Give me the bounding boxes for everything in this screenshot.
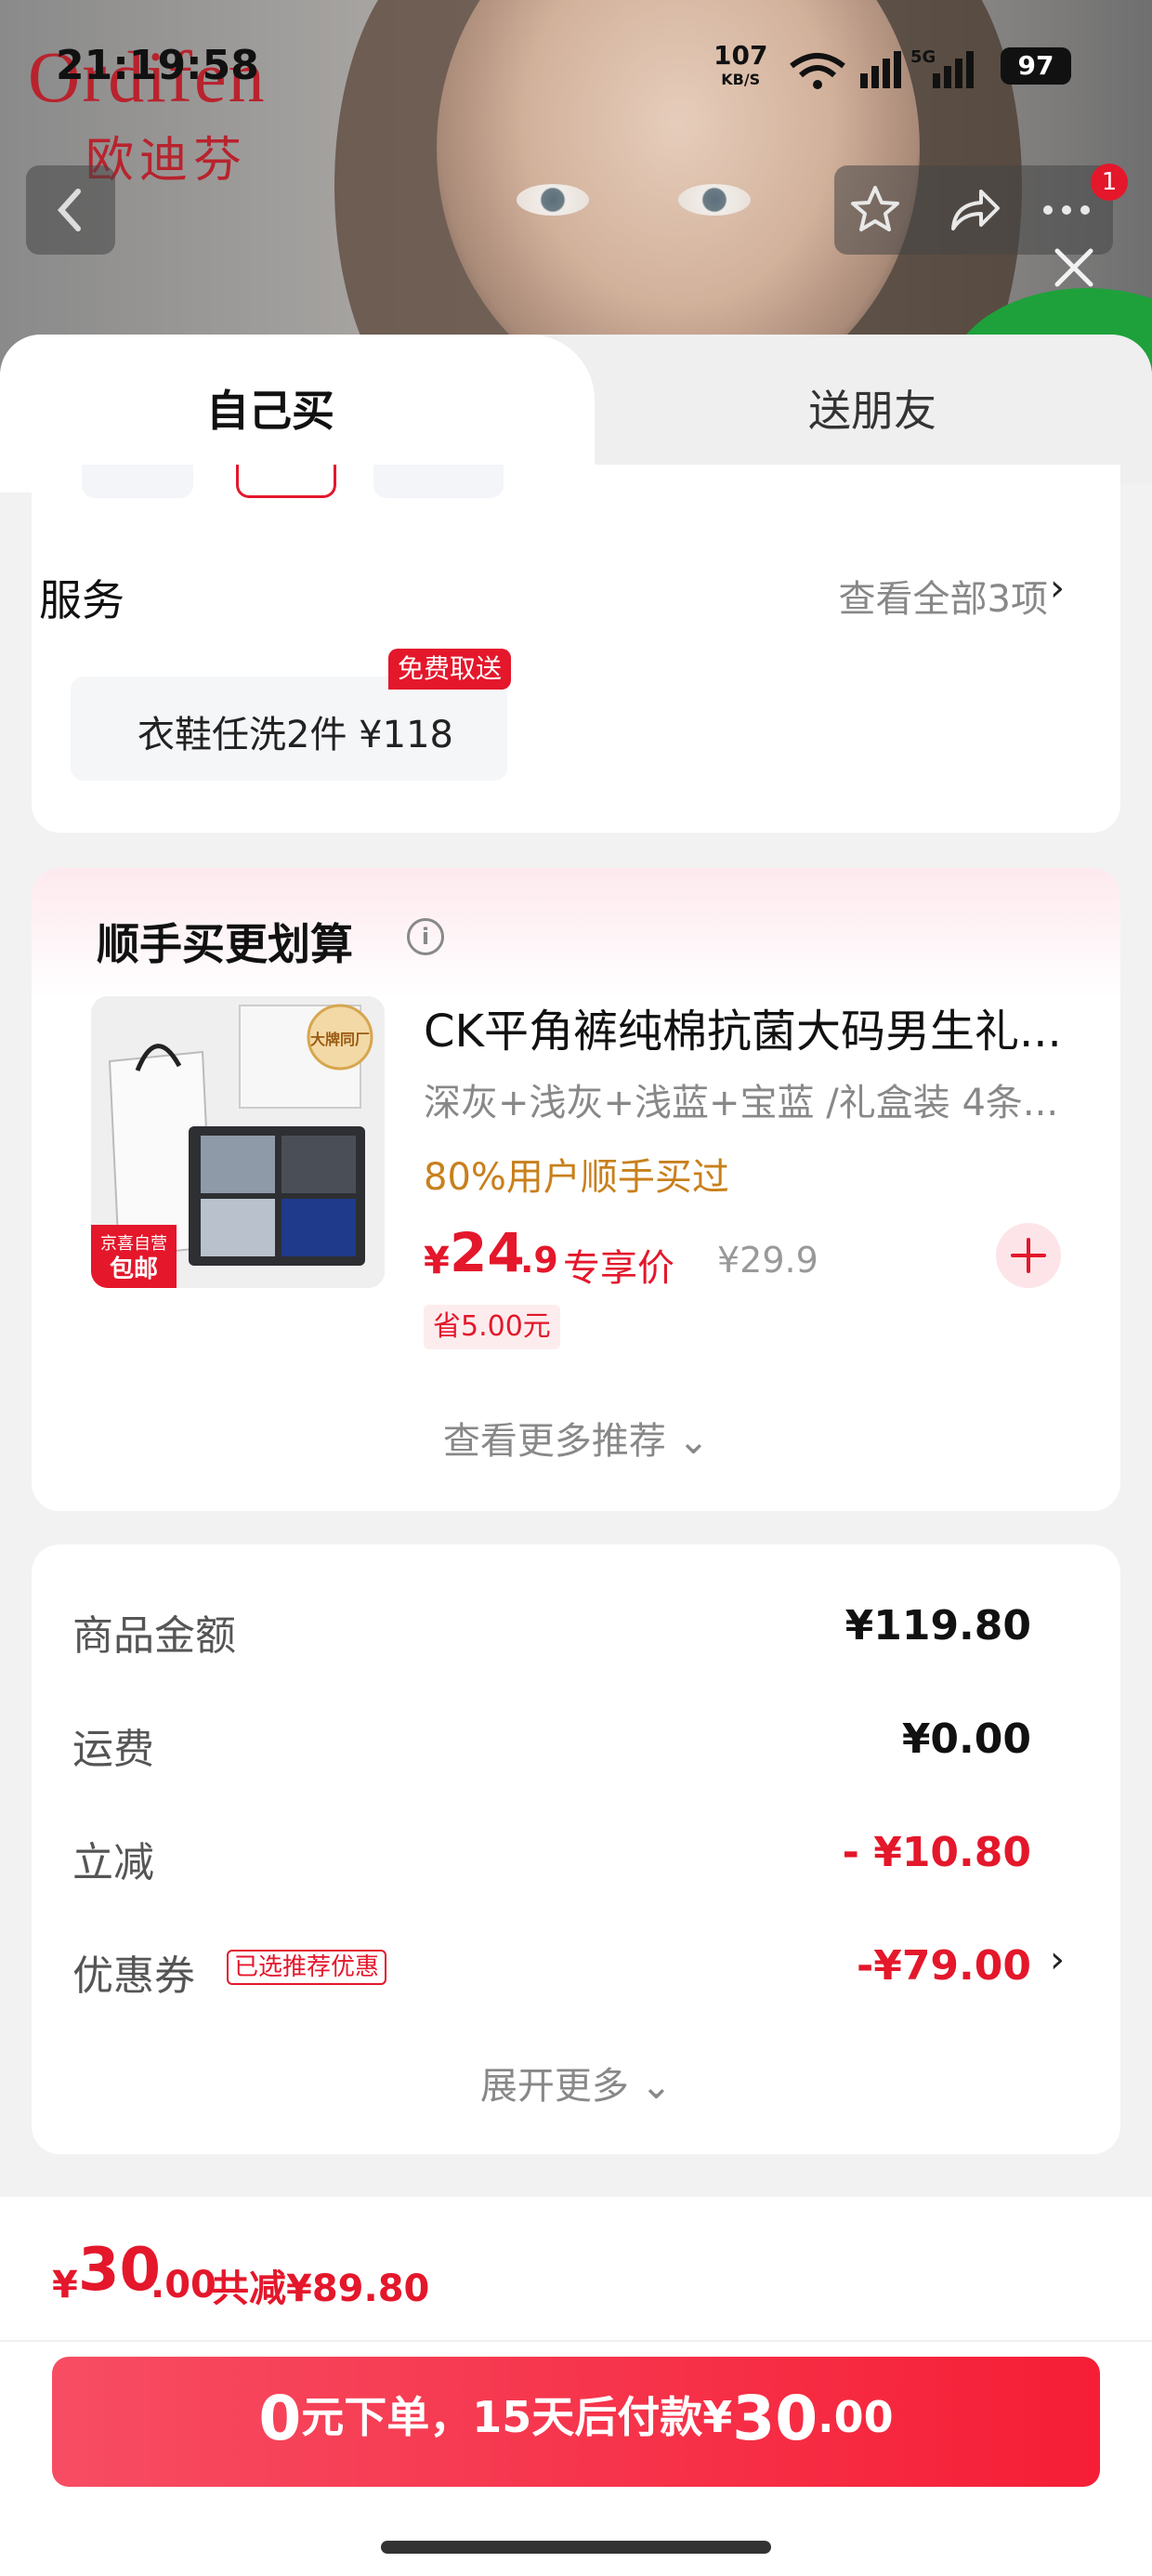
divider [0,2340,1152,2342]
expand-more[interactable]: 展开更多 ⌄ [0,2056,1152,2109]
network-speed-value: 107 [713,40,768,71]
chevron-down-icon: ⌄ [640,2065,673,2108]
spec-chip[interactable] [373,465,504,498]
status-time: 21:19:58 [56,42,259,89]
product-price-dec: .9 [520,1240,558,1281]
total-int: 30 [78,2236,162,2305]
status-bar: 21:19:58 107 KB/S 5G 97 [0,42,1152,98]
summary-row-label: 立减 [72,1839,154,1886]
total-saved: 共减¥89.80 [212,2267,430,2310]
spec-chip[interactable] [82,465,193,498]
product-spec[interactable]: 深灰+浅灰+浅蓝+宝蓝 /礼盒装 4条... [424,1072,1055,1126]
pay-int: 30 [732,2383,818,2454]
back-button[interactable] [26,165,115,255]
share-icon[interactable] [946,182,1001,238]
expand-more-label: 展开更多 [479,2065,629,2108]
chevron-right-icon[interactable]: › [1050,567,1065,610]
service-option-price: ¥118 [359,714,453,756]
banner-eye-left [517,184,589,216]
total-currency: ¥ [52,2264,78,2307]
chevron-right-icon[interactable]: › [1050,1939,1065,1981]
product-price-label: 专享价 [563,1247,674,1290]
pay-text-1: 元下单， [301,2392,473,2442]
recommend-title: 顺手买更划算 [97,919,353,969]
purchase-tabs: 送朋友 自己买 [0,335,1152,493]
chevron-left-icon [57,189,81,231]
pay-text-2: 天后付款¥ [531,2392,733,2442]
spec-chip-selected[interactable] [236,465,336,498]
network-speed-unit: KB/S [721,71,761,88]
product-giftbox-image: 大牌同厂 京喜自营 包邮 [91,996,385,1288]
see-more-recommendations[interactable]: 查看更多推荐 ⌄ [0,1411,1152,1465]
service-option-label: 衣鞋任洗2件 ¥118 [137,704,453,758]
pay-days: 15 [472,2392,532,2442]
add-to-cart-button[interactable] [996,1223,1061,1288]
product-save-tag: 省5.00元 [424,1305,560,1349]
product-title[interactable]: CK平角裤纯棉抗菌大码男生礼... [424,994,1074,1059]
product-badge-bottom-1: 京喜自营 [100,1234,167,1254]
tab-gift-label: 送朋友 [808,386,936,436]
battery-indicator: 97 [1001,47,1071,85]
see-more-label: 查看更多推荐 [442,1420,666,1463]
home-indicator[interactable] [381,2541,771,2554]
more-icon[interactable] [1039,182,1094,238]
total-dec: .00 [151,2264,216,2307]
coupon-tag: 已选推荐优惠 [227,1950,387,1985]
info-icon[interactable]: i [407,918,444,955]
service-option-name: 衣鞋任洗2件 [137,714,347,756]
network-speed: 107 KB/S [713,43,767,92]
pay-zero: 0 [258,2383,302,2454]
product-price-int: 24 [450,1221,525,1284]
summary-row-value: ¥0.00 [901,1715,1031,1763]
summary-row-label: 运费 [72,1726,154,1773]
summary-row-label: 优惠券 [72,1952,195,2000]
service-title: 服务 [39,575,124,625]
coupon-value[interactable]: -¥79.00 [857,1942,1031,1990]
tab-self-label: 自己买 [206,386,334,436]
product-image[interactable]: 大牌同厂 京喜自营 包邮 [91,996,385,1288]
summary-row-value: ¥119.80 [844,1602,1031,1649]
product-price-currency: ¥ [424,1240,450,1282]
product-bought-rate: 80%用户顺手买过 [424,1156,729,1199]
summary-row-value: - ¥10.80 [842,1829,1031,1876]
network-type: 5G [910,47,936,67]
product-badge-top: 大牌同厂 [310,1031,370,1048]
signal-wifi-icon: 5G [790,47,974,89]
summary-row-label: 商品金额 [72,1612,236,1660]
star-icon[interactable] [847,182,903,238]
banner-eye-right [678,184,751,216]
product-old-price: ¥29.9 [717,1240,818,1281]
pay-later-button[interactable]: 0元下单，15天后付款¥30.00 [52,2357,1100,2487]
service-view-all[interactable]: 查看全部3项 [839,569,1048,623]
pay-dec: .00 [818,2392,894,2442]
close-icon[interactable] [1044,238,1104,297]
notification-badge: 1 [1091,164,1128,201]
product-badge-bottom-2: 包邮 [110,1255,158,1283]
chevron-down-icon: ⌄ [677,1420,710,1463]
service-tag: 免费取送 [388,649,512,690]
